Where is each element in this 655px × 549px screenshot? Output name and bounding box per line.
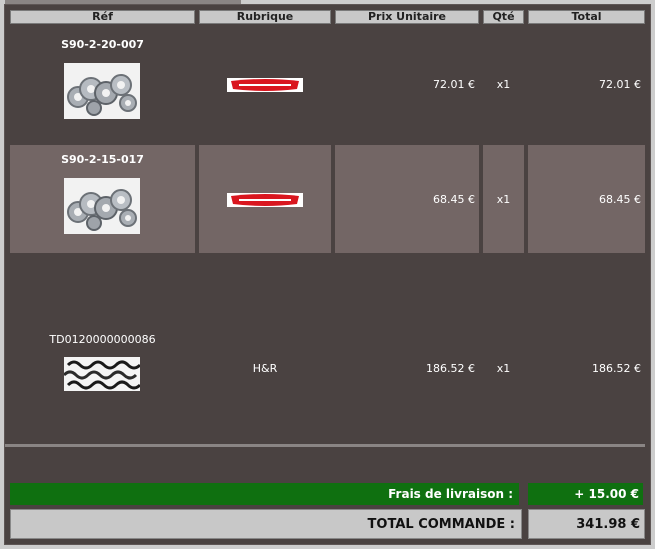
shipping-value: + 15.00 € [528, 483, 643, 505]
wheel-spacers-image[interactable] [64, 63, 140, 119]
wheel-spacers-image[interactable] [64, 178, 140, 234]
col-header-rubrique: Rubrique [199, 10, 331, 24]
line-total: 186.52 € [592, 361, 641, 375]
col-header-ref: Réf [10, 10, 195, 24]
quantity: x1 [483, 145, 524, 253]
coil-springs-image[interactable] [64, 357, 140, 391]
product-ref[interactable]: TD0120000000086 [10, 333, 195, 346]
table-row-ref: S90-2-15-017 [10, 145, 195, 253]
line-total: 72.01 € [599, 77, 641, 91]
col-header-qte: Qté [483, 10, 524, 24]
unit-price: 72.01 € [433, 77, 475, 91]
eibach-logo[interactable] [227, 78, 303, 92]
table-row-ref: TD0120000000086 [10, 258, 195, 478]
quantity: x1 [496, 77, 511, 91]
product-ref[interactable]: S90-2-20-007 [10, 38, 195, 51]
table-row-rubrique [199, 30, 331, 138]
shipping-label: Frais de livraison : [10, 483, 519, 505]
col-header-total: Total [528, 10, 645, 24]
col-header-prix: Prix Unitaire [335, 10, 479, 24]
eibach-logo[interactable] [227, 193, 303, 207]
line-total: 68.45 € [528, 145, 645, 253]
unit-price: 68.45 € [335, 145, 479, 253]
rubrique-text[interactable]: H&R [199, 258, 331, 478]
quantity: x1 [496, 361, 511, 375]
product-ref[interactable]: S90-2-15-017 [10, 153, 195, 166]
unit-price: 186.52 € [426, 361, 475, 375]
order-total-label: TOTAL COMMANDE : [10, 509, 522, 539]
order-total-value: 341.98 € [528, 509, 645, 539]
table-row-ref: S90-2-20-007 [10, 30, 195, 138]
table-row-rubrique [199, 145, 331, 253]
